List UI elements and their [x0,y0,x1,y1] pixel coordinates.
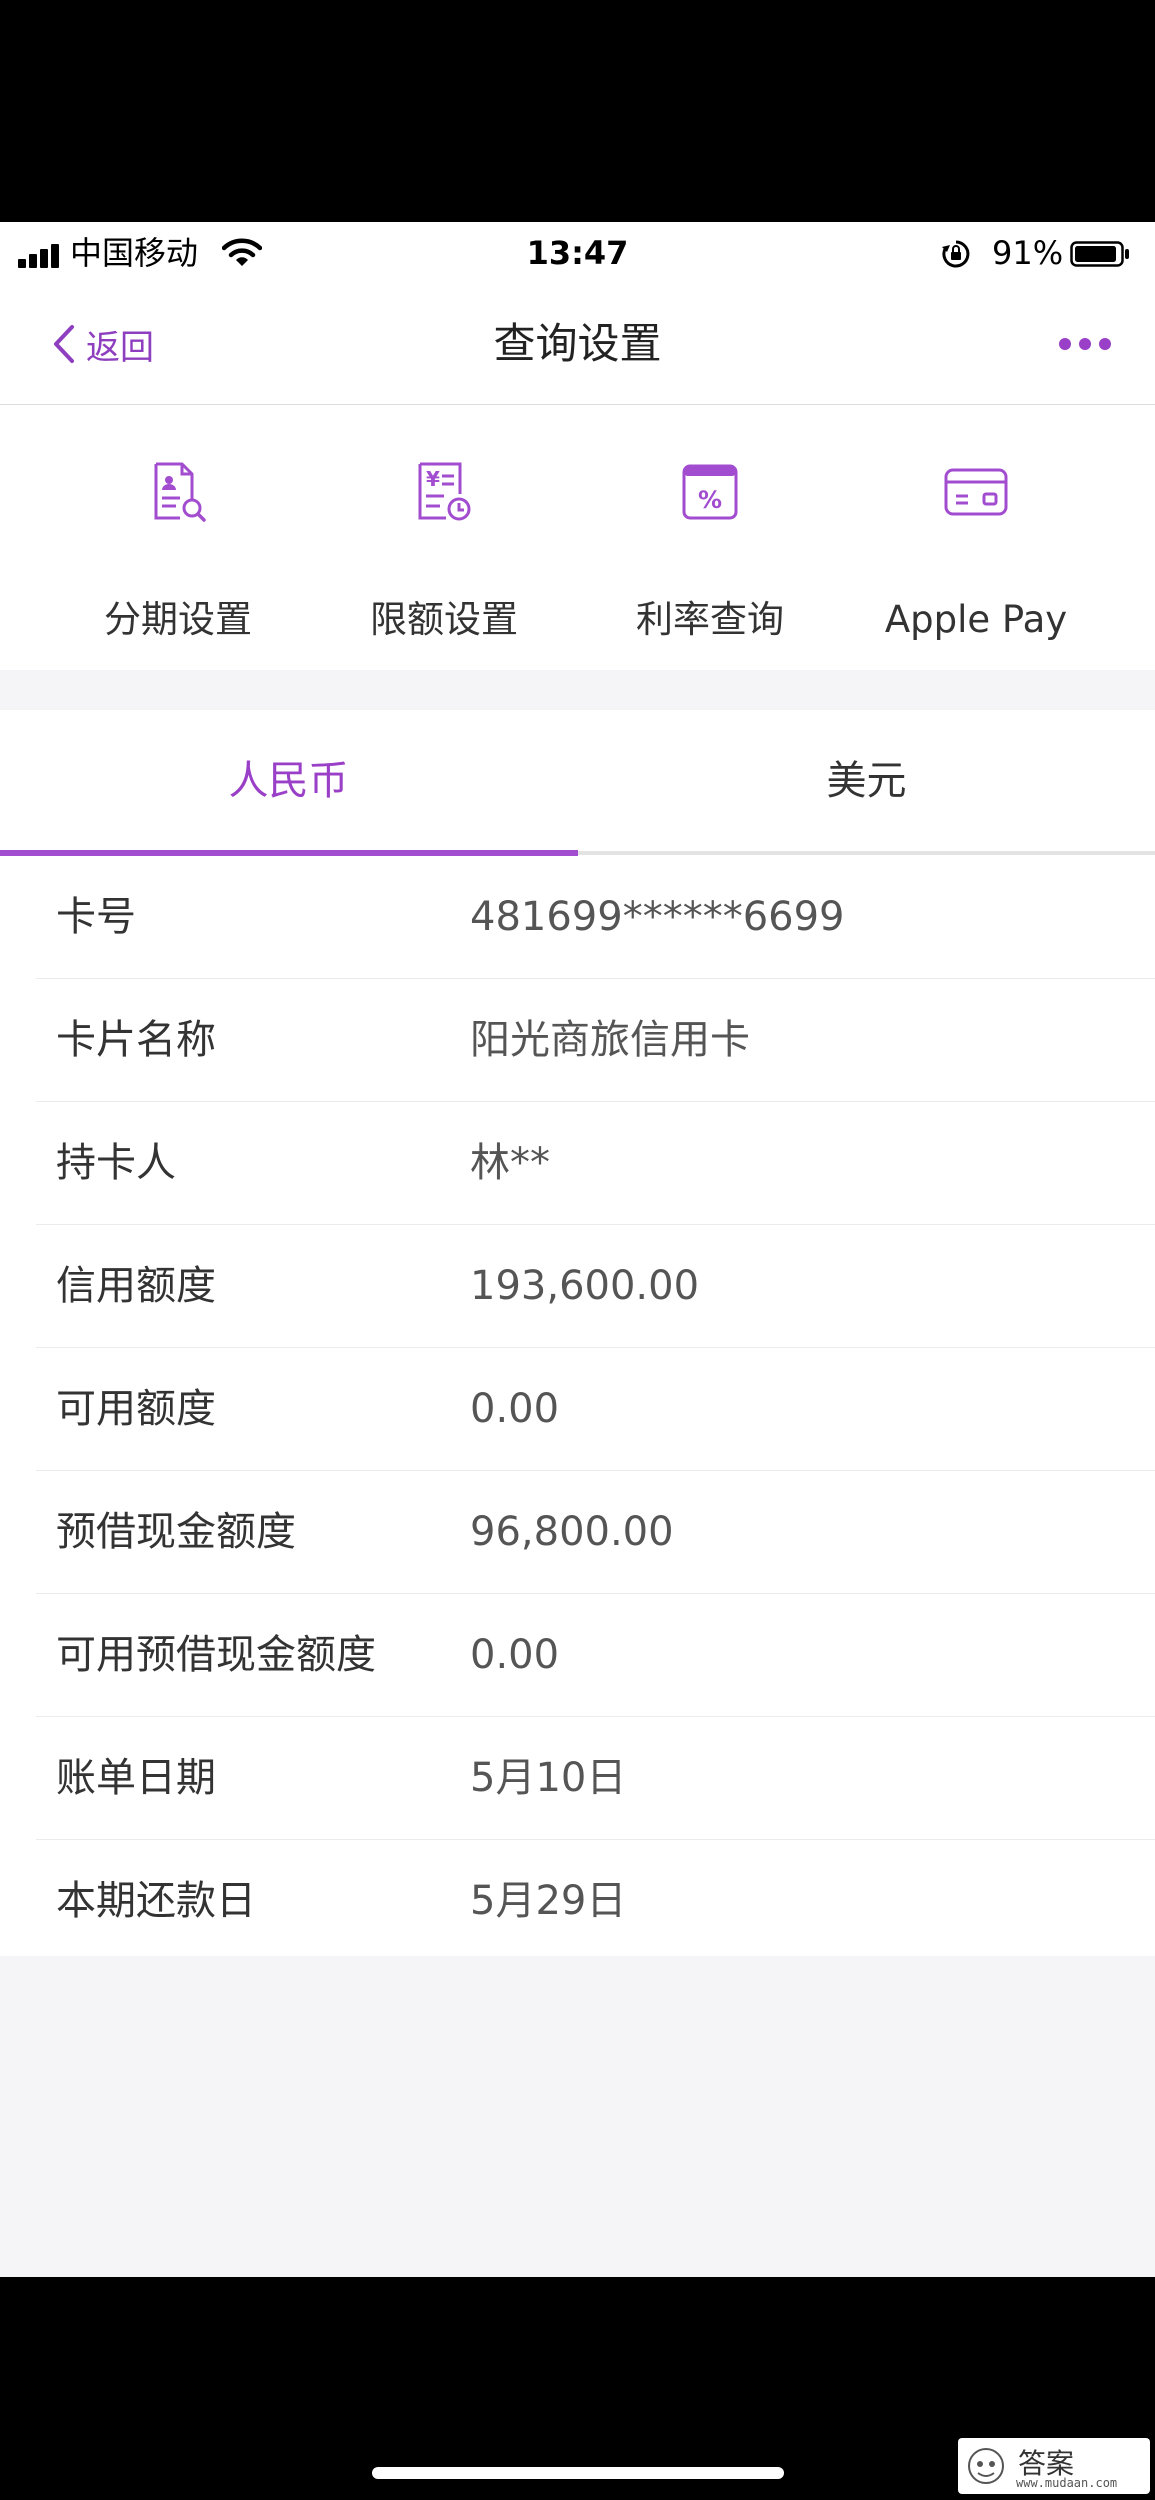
card-icon [944,468,1008,516]
info-value: 0.00 [470,1386,560,1432]
info-value: 193,600.00 [470,1263,700,1309]
percent-calendar-icon: % [682,464,738,520]
info-value: 阳光商旅信用卡 [470,1017,750,1063]
battery-icon [1070,241,1129,267]
info-row-cash-advance-limit: 预借现金额度 96,800.00 [36,1471,1155,1594]
info-label: 可用预借现金额度 [56,1632,376,1678]
info-value: 林** [470,1140,550,1186]
tab-usd[interactable]: 美元 [578,710,1155,852]
info-value: 0.00 [470,1632,560,1678]
installment-doc-icon [154,462,206,522]
limit-settings-button[interactable]: ¥ 限额设置 [300,405,588,670]
tab-rmb[interactable]: 人民币 [0,710,577,852]
limit-settings-label: 限额设置 [370,598,518,641]
info-row-credit-limit: 信用额度 193,600.00 [36,1225,1155,1348]
apple-pay-label: Apple Pay [884,598,1068,641]
svg-text:¥: ¥ [426,467,440,491]
svg-text:%: % [698,486,722,514]
info-label: 卡片名称 [56,1017,216,1063]
watermark: 答案 www.mudaan.com [958,2438,1150,2494]
status-time: 13:47 [526,234,629,272]
interest-rate-query-label: 利率查询 [636,598,784,641]
info-label: 卡号 [56,894,136,940]
installment-settings-label: 分期设置 [104,598,252,641]
info-value: 96,800.00 [470,1509,674,1555]
navigation-bar: 返回 查询设置 [0,284,1155,405]
info-label: 账单日期 [56,1755,216,1801]
info-row-card-name: 卡片名称 阳光商旅信用卡 [36,979,1155,1102]
status-bar: 中国移动 13:47 91% [0,222,1155,284]
currency-tab-panel: 人民币 美元 卡号 481699******6699 卡片名称 阳光商旅信用卡 … [0,710,1155,1956]
info-row-cardholder: 持卡人 林** [36,1102,1155,1225]
info-row-available-limit: 可用额度 0.00 [36,1348,1155,1471]
apple-pay-button[interactable]: Apple Pay [832,405,1120,670]
info-value: 5月10日 [470,1755,627,1801]
rotation-lock-icon [942,240,970,268]
interest-rate-query-button[interactable]: % 利率查询 [566,405,854,670]
info-label: 本期还款日 [56,1878,256,1924]
card-info-list: 卡号 481699******6699 卡片名称 阳光商旅信用卡 持卡人 林**… [0,856,1155,1962]
currency-tab-bar: 人民币 美元 [0,710,1155,856]
info-label: 预借现金额度 [56,1509,296,1555]
app-screen: 中国移动 13:47 91% 返回 查询设置 分期设置 ¥ 限额设置 % 利率查… [0,222,1155,2277]
installment-settings-button[interactable]: 分期设置 [34,405,322,670]
info-row-available-cash-advance: 可用预借现金额度 0.00 [36,1594,1155,1717]
home-indicator[interactable] [372,2467,784,2479]
more-options-icon[interactable] [1055,324,1115,364]
battery-percent: 91% [992,234,1064,272]
watermark-logo-icon [968,2448,1004,2484]
limit-yen-clock-icon: ¥ [418,462,471,521]
info-label: 持卡人 [56,1140,176,1186]
info-label: 可用额度 [56,1386,216,1432]
info-row-statement-date: 账单日期 5月10日 [36,1717,1155,1840]
info-label: 信用额度 [56,1263,216,1309]
page-title: 查询设置 [493,319,662,368]
info-value: 481699******6699 [470,894,845,940]
info-row-payment-due-date: 本期还款日 5月29日 [36,1840,1155,1962]
quick-actions-bar: 分期设置 ¥ 限额设置 % 利率查询 Apple Pay [0,405,1155,670]
info-row-card-number: 卡号 481699******6699 [36,856,1155,979]
info-value: 5月29日 [470,1878,627,1924]
watermark-url: www.mudaan.com [1016,2476,1118,2490]
